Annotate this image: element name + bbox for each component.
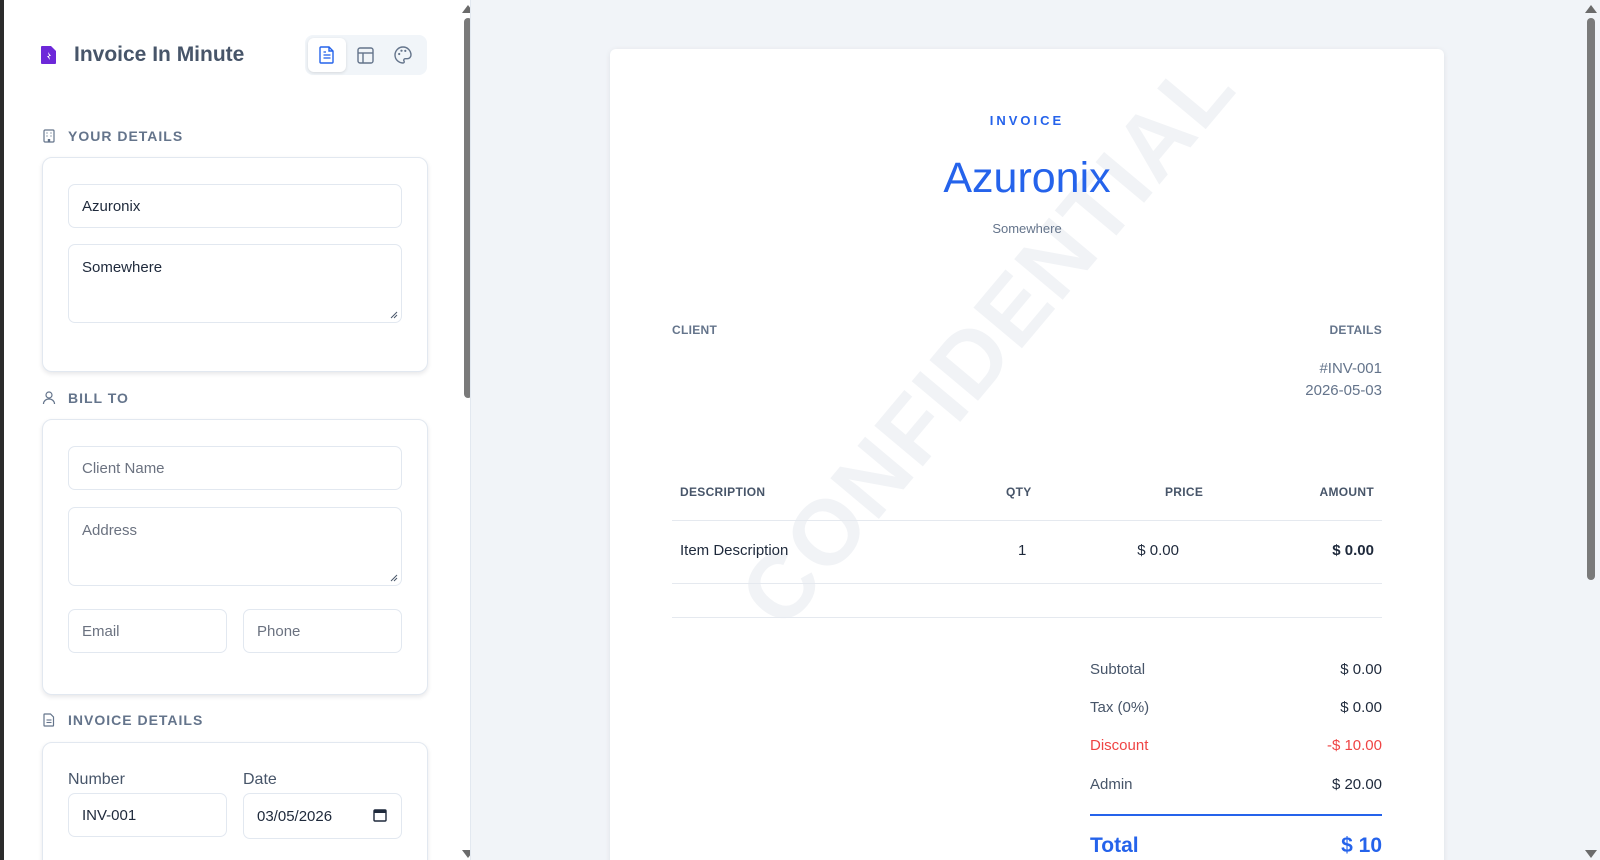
invoice-date: 2026-05-03 [1305, 382, 1382, 399]
palette-icon [394, 46, 412, 64]
client-phone-placeholder: Phone [257, 622, 301, 640]
tax-label: Tax (0%) [1090, 699, 1150, 716]
invoice-doc-label: INVOICE [989, 113, 1065, 128]
admin-label: Admin [1090, 776, 1133, 793]
invoice-details-card: Number Date INV-001 03/05/2026 [42, 742, 428, 860]
company-name-value: Azuronix [82, 197, 141, 215]
grand-total-value: $ 10 [1341, 834, 1382, 857]
building-icon [43, 129, 55, 143]
admin-value: $ 20.00 [1331, 776, 1382, 793]
total-divider [1090, 814, 1382, 816]
bill-to-label: BILL TO [68, 390, 129, 406]
your-details-label: YOUR DETAILS [68, 128, 184, 144]
scroll-down-arrow-icon[interactable] [1585, 850, 1597, 858]
invoice-number: #INV-001 [1319, 360, 1382, 377]
discount-value: -$ 10.00 [1326, 737, 1382, 754]
table-row-divider [672, 583, 1382, 584]
file-text-icon [319, 46, 334, 64]
table-header-divider [672, 520, 1382, 521]
client-address-textarea[interactable]: Address [68, 507, 402, 586]
scroll-up-arrow-icon[interactable] [1585, 5, 1597, 13]
invoice-number-input[interactable]: INV-001 [68, 793, 227, 837]
client-address-placeholder: Address [82, 522, 138, 539]
view-mode-switch [305, 35, 427, 75]
subtotal-label: Subtotal [1090, 661, 1146, 678]
company-name-input[interactable]: Azuronix [68, 184, 402, 228]
preview-scroll-thumb[interactable] [1587, 18, 1595, 580]
invoice-details-label: INVOICE DETAILS [68, 712, 204, 728]
calendar-icon[interactable] [373, 808, 387, 822]
theme-mode-button[interactable] [384, 38, 422, 72]
invoice-date-value: 03/05/2026 [257, 807, 333, 825]
client-email-input[interactable]: Email [68, 609, 227, 653]
invoice-date-input[interactable]: 03/05/2026 [243, 793, 402, 839]
your-details-card: Azuronix Somewhere [42, 157, 428, 372]
discount-label: Discount [1090, 737, 1149, 754]
col-qty-header: QTY [1006, 485, 1032, 499]
resize-grip-icon[interactable] [390, 311, 398, 319]
bill-to-card: Client Name Address Email Phone [42, 419, 428, 695]
sidebar-scrollbar[interactable] [454, 0, 470, 860]
client-heading: CLIENT [672, 323, 718, 337]
client-name-placeholder: Client Name [82, 459, 165, 477]
invoice-number-caption: Number [68, 771, 125, 788]
client-email-placeholder: Email [82, 622, 120, 640]
item-qty: 1 [1018, 542, 1027, 559]
item-description: Item Description [680, 542, 789, 559]
invoice-company-name: Azuronix [943, 154, 1111, 202]
editor-sidebar: Invoice In Minute YOUR DETAILS Azuronix … [0, 0, 471, 860]
invoice-number-value: INV-001 [82, 806, 137, 824]
company-address-textarea[interactable]: Somewhere [68, 244, 402, 323]
editor-mode-button[interactable] [308, 38, 346, 72]
preview-scrollbar[interactable] [1582, 0, 1600, 860]
logo-icon [41, 46, 56, 64]
subtotal-value: $ 0.00 [1340, 661, 1382, 678]
invoice-preview: CONFIDENTIAL INVOICE Azuronix Somewhere … [610, 49, 1444, 860]
invoice-company-address: Somewhere [992, 221, 1062, 236]
layout-mode-button[interactable] [346, 38, 384, 72]
tax-value: $ 0.00 [1340, 699, 1382, 716]
your-details-heading: YOUR DETAILS [42, 128, 183, 144]
scroll-down-arrow-icon[interactable] [462, 850, 470, 858]
client-phone-input[interactable]: Phone [243, 609, 402, 653]
grand-total-label: Total [1090, 834, 1139, 857]
col-description-header: DESCRIPTION [680, 485, 766, 499]
col-amount-header: AMOUNT [1319, 485, 1374, 499]
sidebar-scroll-thumb[interactable] [464, 18, 470, 398]
bill-to-heading: BILL TO [42, 390, 129, 406]
app-title: Invoice In Minute [74, 43, 245, 66]
app-header: Invoice In Minute [40, 38, 244, 72]
invoice-date-caption: Date [243, 771, 277, 788]
resize-grip-icon[interactable] [390, 574, 398, 582]
invoice-details-heading: INVOICE DETAILS [42, 712, 203, 728]
table-end-divider [672, 617, 1382, 618]
details-heading: DETAILS [1329, 323, 1382, 337]
file-icon [43, 713, 55, 727]
scroll-up-arrow-icon[interactable] [462, 5, 470, 13]
item-amount: $ 0.00 [1332, 542, 1374, 559]
client-name-input[interactable]: Client Name [68, 446, 402, 490]
user-icon [42, 391, 56, 405]
layout-icon [356, 46, 374, 64]
company-address-value: Somewhere [82, 259, 163, 276]
col-price-header: PRICE [1165, 485, 1204, 499]
item-price: $ 0.00 [1137, 542, 1179, 559]
